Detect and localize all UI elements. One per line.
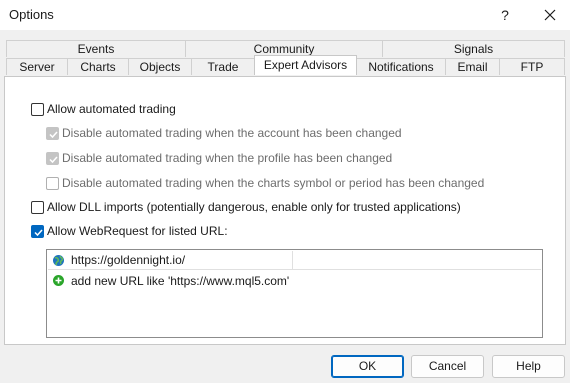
add-url-text: add new URL like 'https://www.mql5.com' <box>71 273 290 288</box>
disable-on-account-change-option: Disable automated trading when the accou… <box>46 124 402 142</box>
url-text: https://goldennight.io/ <box>71 253 186 267</box>
tab-expert-advisors[interactable]: Expert Advisors <box>254 55 357 75</box>
tab-email[interactable]: Email <box>445 58 500 75</box>
add-url-item[interactable]: add new URL like 'https://www.mql5.com' <box>48 271 289 290</box>
tab-notifications[interactable]: Notifications <box>356 58 446 75</box>
allow-dll-imports-label: Allow DLL imports (potentially dangerous… <box>47 200 461 214</box>
globe-icon <box>53 254 64 266</box>
allow-webrequest-checkbox[interactable] <box>31 224 44 238</box>
allow-automated-trading-label: Allow automated trading <box>47 102 176 116</box>
url-list[interactable]: https://goldennight.io/ add new URL like… <box>46 249 543 338</box>
url-list-item[interactable]: https://goldennight.io/ <box>48 251 293 270</box>
disable-on-profile-change-checkbox <box>46 151 59 165</box>
allow-dll-imports-checkbox[interactable] <box>31 200 44 214</box>
disable-on-profile-change-option: Disable automated trading when the profi… <box>46 149 392 167</box>
disable-on-symbol-change-checkbox <box>46 176 59 190</box>
allow-automated-trading-option[interactable]: Allow automated trading <box>31 100 176 118</box>
help-icon[interactable]: ? <box>493 3 517 27</box>
tab-trade[interactable]: Trade <box>191 58 255 75</box>
allow-automated-trading-checkbox[interactable] <box>31 102 44 116</box>
cancel-button[interactable]: Cancel <box>411 355 484 378</box>
add-icon <box>53 275 64 286</box>
help-button[interactable]: Help <box>492 355 565 378</box>
disable-on-profile-change-label: Disable automated trading when the profi… <box>62 151 393 165</box>
allow-webrequest-label: Allow WebRequest for listed URL: <box>47 224 228 238</box>
disable-on-account-change-checkbox <box>46 126 59 140</box>
disable-on-account-change-label: Disable automated trading when the accou… <box>62 126 402 140</box>
url-list-item-value-cell[interactable] <box>293 251 541 270</box>
disable-on-symbol-change-option: Disable automated trading when the chart… <box>46 174 484 192</box>
allow-webrequest-option[interactable]: Allow WebRequest for listed URL: <box>31 222 228 240</box>
ok-button[interactable]: OK <box>331 355 404 378</box>
close-icon[interactable] <box>538 3 562 27</box>
tab-signals[interactable]: Signals <box>382 40 565 57</box>
tab-objects[interactable]: Objects <box>128 58 192 75</box>
tab-server[interactable]: Server <box>6 58 68 75</box>
tab-ftp[interactable]: FTP <box>499 58 565 75</box>
title-bar: Options ? <box>0 0 570 30</box>
window-title: Options <box>9 7 54 22</box>
tab-charts[interactable]: Charts <box>67 58 129 75</box>
tab-events[interactable]: Events <box>6 40 186 57</box>
disable-on-symbol-change-label: Disable automated trading when the chart… <box>62 176 485 190</box>
allow-dll-imports-option[interactable]: Allow DLL imports (potentially dangerous… <box>31 198 461 216</box>
